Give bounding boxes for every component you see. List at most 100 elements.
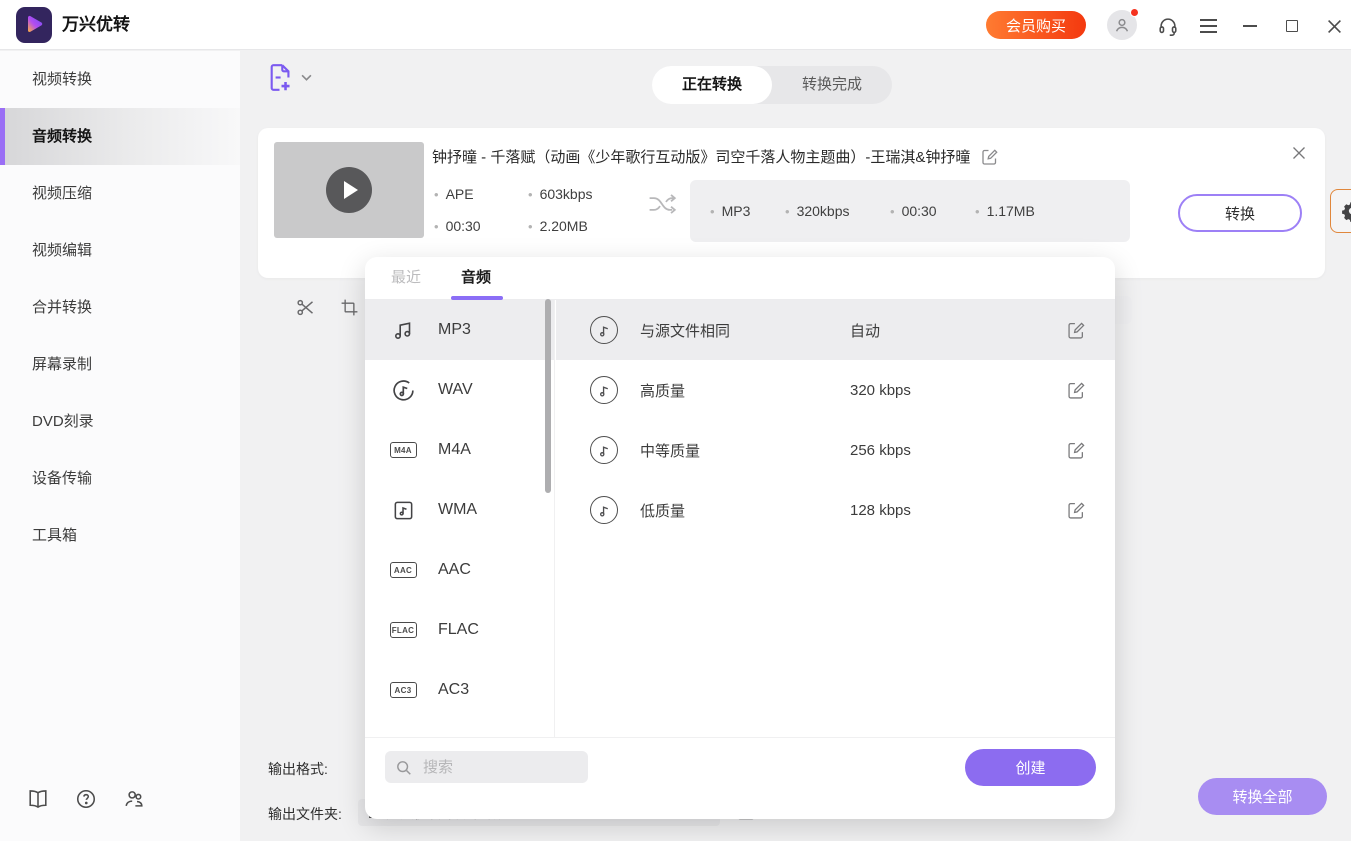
chevron-down-icon [301,74,312,81]
tab-converting[interactable]: 正在转换 [652,66,772,104]
hamburger-menu-button[interactable] [1196,14,1220,38]
remove-task-button[interactable] [1290,144,1308,162]
bullet [528,219,533,234]
sidebar-item-video-convert[interactable]: 视频转换 [0,51,240,108]
window-close-button[interactable] [1322,14,1346,38]
edit-icon [982,149,998,165]
people-icon [123,788,145,810]
sidebar-footer [26,787,146,811]
sidebar-item-label: 工具箱 [32,527,77,544]
help-button[interactable] [74,787,98,811]
edit-preset-button[interactable] [1068,442,1085,459]
format-item-ac3[interactable]: AC3 AC3 [365,660,554,720]
help-icon [75,788,97,810]
task-card: 钟抒曈 - 千落赋（动画《少年歌行互动版》司空千落人物主题曲）-王瑞淇&钟抒曈 … [258,128,1325,278]
sidebar-item-label: 音频转换 [32,128,92,145]
add-file-icon [266,63,293,92]
membership-buy-button[interactable]: 会员购买 [986,11,1086,39]
format-search-box[interactable] [385,751,588,783]
app-window: 万兴优转 会员购买 视频转换 音频转换 视频压缩 [0,0,1351,841]
window-maximize-button[interactable] [1280,14,1304,38]
format-item-mp3[interactable]: MP3 [365,300,554,360]
source-size: 2.20MB [528,218,588,234]
target-format: MP3 [710,203,750,219]
audio-note-icon [590,376,618,404]
wav-disc-icon [390,377,416,403]
format-list: MP3 WAV M4A M4A WMA [365,300,555,737]
format-picker-popup: 最近 音频 MP3 WAV [365,257,1115,819]
titlebar: 万兴优转 会员购买 [0,0,1351,50]
popup-tab-audio[interactable]: 音频 [461,257,491,299]
sidebar-item-label: DVD刻录 [32,413,94,430]
tab-finished[interactable]: 转换完成 [772,66,892,104]
format-list-scrollbar[interactable] [545,299,551,493]
format-label: M4A [438,441,471,459]
mp3-notes-icon [390,317,416,343]
quality-value: 自动 [850,320,1020,341]
sidebar-item-screen-record[interactable]: 屏幕录制 [0,336,240,393]
quality-row-low[interactable]: 低质量 128 kbps [556,480,1115,540]
crop-icon [340,298,359,317]
sidebar-item-video-compress[interactable]: 视频压缩 [0,165,240,222]
output-settings-box: MP3 320kbps 00:30 1.17MB [690,180,1130,242]
create-preset-button[interactable]: 创建 [965,749,1096,786]
format-item-aac[interactable]: AAC AAC [365,540,554,600]
format-label: MP3 [438,321,471,339]
convert-button[interactable]: 转换 [1178,194,1302,232]
trim-button[interactable] [294,296,316,318]
play-button[interactable] [326,167,372,213]
output-folder-label: 输出文件夹: [268,804,342,824]
source-format: APE [434,186,474,202]
format-label: AAC [438,561,471,579]
scissors-icon [295,297,316,318]
audio-note-icon [590,496,618,524]
target-duration: 00:30 [890,203,937,219]
format-item-wav[interactable]: WAV [365,360,554,420]
crop-button[interactable] [338,296,360,318]
sidebar-item-toolbox[interactable]: 工具箱 [0,507,240,564]
media-thumbnail[interactable] [274,142,424,238]
sidebar-item-merge-convert[interactable]: 合并转换 [0,279,240,336]
format-label: AC3 [438,681,469,699]
search-input[interactable] [421,758,561,777]
output-settings-button[interactable] [1330,189,1351,233]
format-label: WMA [438,501,477,519]
target-bitrate: 320kbps [785,203,850,219]
sidebar-item-label: 设备传输 [32,470,92,487]
sidebar-item-label: 合并转换 [32,299,92,316]
edit-preset-button[interactable] [1068,382,1085,399]
community-button[interactable] [122,787,146,811]
rename-button[interactable] [982,149,998,165]
bullet [890,204,895,219]
format-item-m4a[interactable]: M4A M4A [365,420,554,480]
quality-row-high[interactable]: 高质量 320 kbps [556,360,1115,420]
user-guide-button[interactable] [26,787,50,811]
quality-row-same-as-source[interactable]: 与源文件相同 自动 [556,300,1115,360]
support-headset-button[interactable] [1156,14,1180,38]
sidebar-item-video-edit[interactable]: 视频编辑 [0,222,240,279]
active-indicator [0,108,5,165]
bullet [710,204,715,219]
popup-footer: 创建 [365,737,1115,819]
format-item-wma[interactable]: WMA [365,480,554,540]
source-bitrate: 603kbps [528,186,593,202]
format-item-flac[interactable]: FLAC FLAC [365,600,554,660]
headset-icon [1157,15,1179,37]
sidebar-item-audio-convert[interactable]: 音频转换 [0,108,240,165]
close-icon [1292,146,1306,160]
bullet [434,187,439,202]
audio-note-icon [590,436,618,464]
popup-header: 最近 音频 [365,257,1115,300]
sidebar-item-device-transfer[interactable]: 设备传输 [0,450,240,507]
convert-all-button[interactable]: 转换全部 [1198,778,1327,815]
quality-value: 320 kbps [850,382,1020,399]
sidebar-item-dvd-burn[interactable]: DVD刻录 [0,393,240,450]
edit-preset-button[interactable] [1068,502,1085,519]
popup-tab-recent[interactable]: 最近 [391,257,421,299]
add-file-button[interactable] [266,63,312,92]
window-minimize-button[interactable] [1238,14,1262,38]
quality-name: 与源文件相同 [640,320,850,341]
edit-preset-button[interactable] [1068,322,1085,339]
m4a-badge-icon: M4A [390,437,416,463]
quality-row-medium[interactable]: 中等质量 256 kbps [556,420,1115,480]
